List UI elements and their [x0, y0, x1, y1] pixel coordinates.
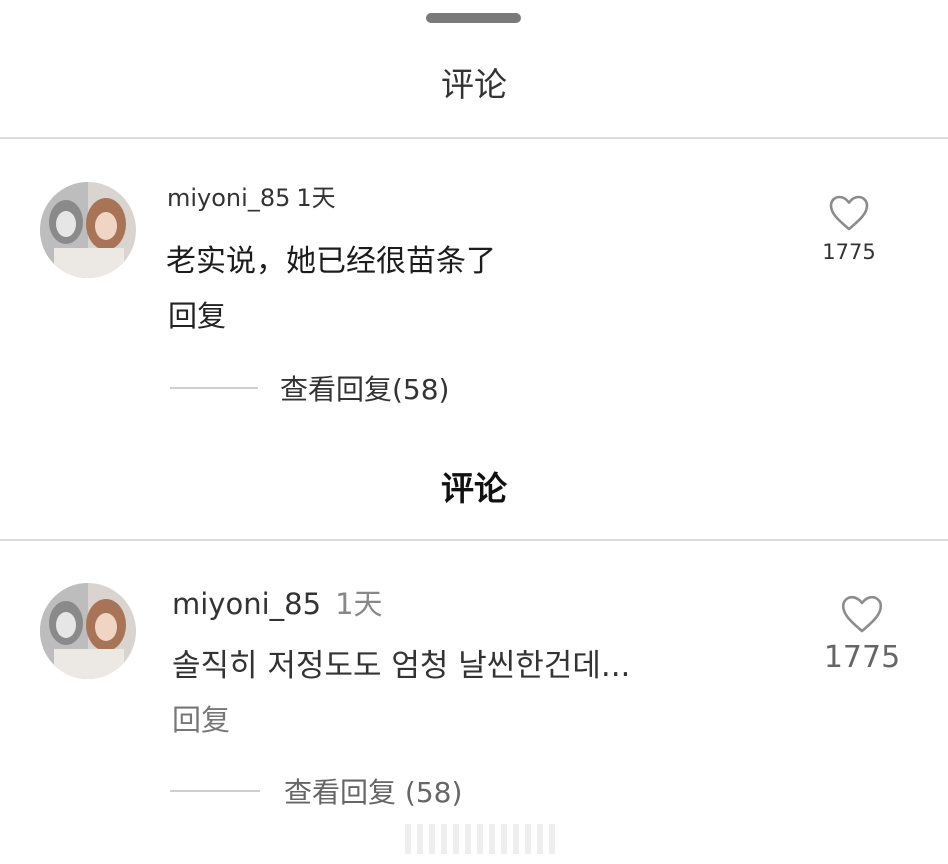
comment-time: 1天	[335, 587, 383, 621]
drag-handle[interactable]	[426, 13, 521, 23]
replies-divider-line	[170, 790, 260, 792]
comment-text: 솔직히 저정도도 엄청 날씬한건데...	[172, 648, 631, 684]
comment-text: 老实说，她已经很苗条了	[166, 244, 496, 279]
username[interactable]: miyoni_85	[172, 587, 321, 621]
view-replies-button[interactable]: 查看回复(58)	[170, 368, 449, 408]
watermark	[405, 824, 555, 854]
view-replies-button[interactable]: 查看回复 (58)	[170, 771, 462, 811]
avatar[interactable]	[40, 182, 136, 278]
like-count: 1775	[823, 640, 901, 675]
like-count: 1775	[822, 240, 876, 264]
section-title: 评论	[441, 65, 507, 104]
reply-button[interactable]: 回复	[172, 697, 230, 739]
divider	[0, 539, 948, 541]
heart-icon	[822, 594, 902, 634]
avatar[interactable]	[40, 583, 136, 679]
heart-icon	[818, 194, 880, 232]
section-title: 评论	[441, 469, 507, 508]
view-replies-label: 查看回复 (58)	[284, 776, 463, 809]
comment-time: 1天	[296, 184, 336, 212]
divider	[0, 137, 948, 139]
like-button[interactable]: 1775	[822, 594, 902, 675]
comment-meta: miyoni_85 1天	[167, 178, 336, 213]
like-button[interactable]: 1775	[818, 194, 880, 264]
view-replies-label: 查看回复(58)	[280, 373, 450, 406]
comment-meta: miyoni_85 1天	[172, 581, 383, 623]
replies-divider-line	[170, 387, 258, 389]
username[interactable]: miyoni_85	[167, 184, 290, 212]
reply-button[interactable]: 回复	[168, 293, 226, 335]
